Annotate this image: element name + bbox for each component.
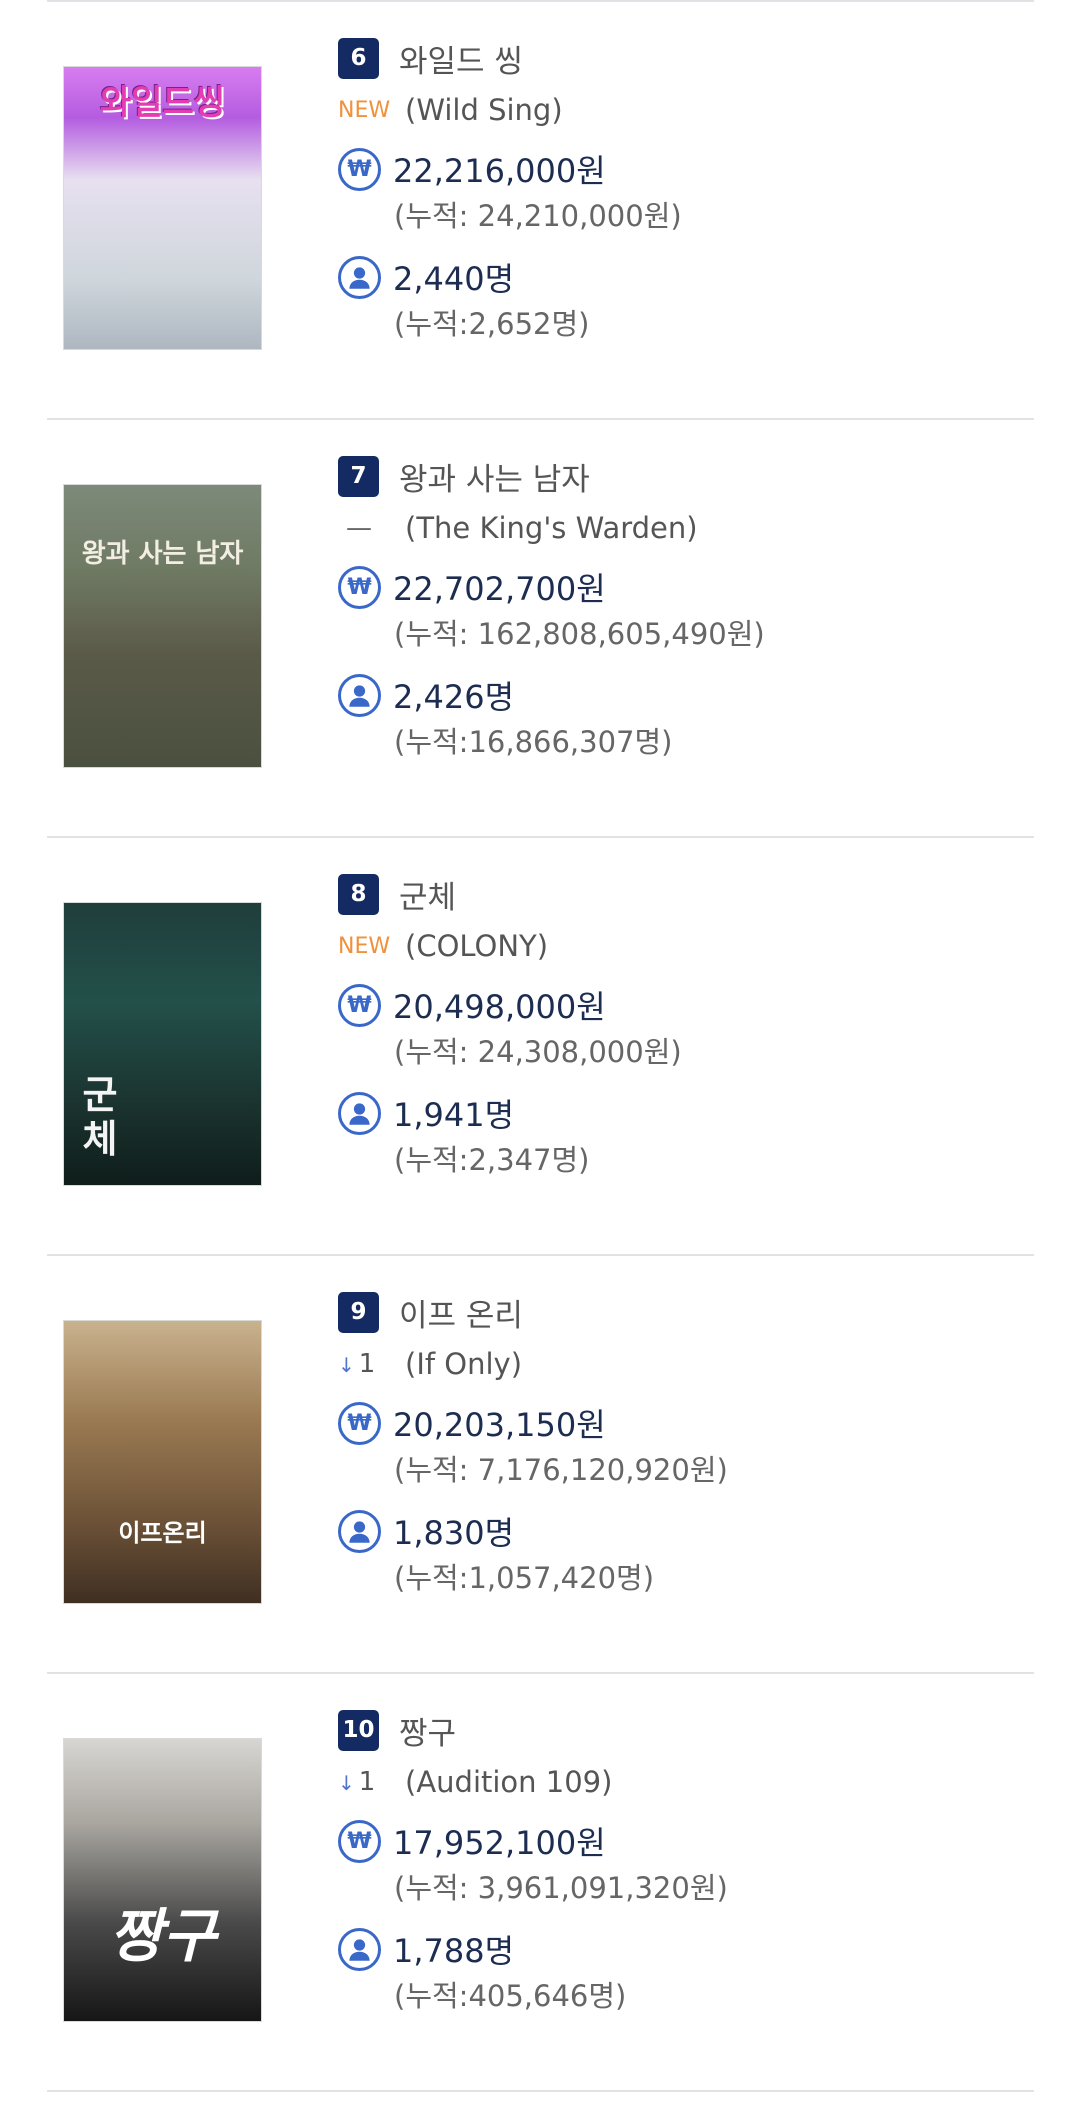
title-row: 6 와일드 씽	[338, 36, 938, 80]
person-icon	[338, 255, 381, 299]
daily-audience: 2,440명	[393, 260, 515, 298]
person-icon	[338, 1927, 381, 1971]
arrow-down-icon: ↓	[338, 1771, 355, 1795]
movie-title-korean[interactable]: 군체	[399, 872, 456, 917]
subtitle-row: ↓ 1 (If Only)	[338, 1344, 938, 1384]
subtitle-row: ↓ 1 (Audition 109)	[338, 1762, 938, 1802]
revenue-row: ₩ 20,203,150원	[338, 1400, 938, 1446]
revenue-row: ₩ 22,216,000원	[338, 146, 938, 192]
cumulative-audience: (누적:2,652명)	[394, 307, 590, 341]
movie-title-english: (Audition 109)	[405, 1765, 613, 1799]
arrow-down-icon: ↓	[338, 1353, 355, 1377]
movie-info: 6 와일드 씽 NEW (Wild Sing) ₩ 22,216,000원 (누…	[338, 36, 938, 344]
box-office-list: 와일드씽 6 와일드 씽 NEW (Wild Sing) ₩ 22,216,00…	[47, 0, 1034, 2092]
won-coin-icon: ₩	[338, 983, 381, 1027]
rank-change-amount: 1	[358, 1349, 376, 1379]
title-row: 9 이프 온리	[338, 1290, 938, 1334]
revenue-row: ₩ 17,952,100원	[338, 1818, 938, 1864]
won-coin-icon: ₩	[338, 1401, 381, 1445]
cumulative-audience: (누적:405,646명)	[394, 1979, 627, 2013]
movie-title-english: (COLONY)	[405, 929, 549, 963]
daily-audience: 1,941명	[393, 1096, 515, 1134]
daily-revenue: 17,952,100원	[393, 1824, 606, 1862]
movie-poster[interactable]: 군체	[63, 902, 262, 1186]
daily-audience: 1,788명	[393, 1932, 515, 1970]
rank-change-amount: 1	[358, 1767, 376, 1797]
cumulative-audience: (누적:1,057,420명)	[394, 1561, 655, 1595]
movie-title-korean[interactable]: 짱구	[399, 1708, 456, 1753]
cumulative-revenue: (누적: 3,961,091,320원)	[394, 1871, 728, 1905]
cumulative-audience: (누적:16,866,307명)	[394, 725, 673, 759]
rank-change-new: NEW	[338, 97, 391, 123]
movie-entry[interactable]: 군체 8 군체 NEW (COLONY) ₩ 20,498,000원 (누적: …	[47, 838, 1034, 1256]
audience-row: 1,788명	[338, 1926, 938, 1972]
rank-badge: 9	[338, 1291, 379, 1333]
movie-title-english: (The King's Warden)	[405, 511, 698, 545]
won-coin-icon: ₩	[338, 565, 381, 609]
rank-badge: 8	[338, 873, 379, 915]
rank-badge: 6	[338, 37, 379, 79]
poster-title-art: 군체	[82, 1073, 118, 1161]
person-icon	[338, 1091, 381, 1135]
audience-row: 1,830명	[338, 1508, 938, 1554]
movie-poster[interactable]: 이프온리	[63, 1320, 262, 1604]
rank-badge: 7	[338, 455, 379, 497]
rank-badge: 10	[338, 1709, 379, 1751]
daily-audience: 2,426명	[393, 678, 515, 716]
cumulative-revenue: (누적: 162,808,605,490원)	[394, 617, 765, 651]
rank-change-down: ↓ 1	[338, 1767, 405, 1797]
daily-revenue: 22,702,700원	[393, 570, 606, 608]
rank-change-new: NEW	[338, 933, 391, 959]
cumulative-revenue: (누적: 24,308,000원)	[394, 1035, 682, 1069]
audience-row: 2,440명	[338, 254, 938, 300]
poster-title-art: 이프온리	[118, 1519, 207, 1547]
movie-title-english: (Wild Sing)	[405, 93, 563, 127]
rank-change-down: ↓ 1	[338, 1349, 405, 1379]
subtitle-row: NEW (COLONY)	[338, 926, 938, 966]
cumulative-revenue: (누적: 7,176,120,920원)	[394, 1453, 728, 1487]
won-coin-icon: ₩	[338, 147, 381, 191]
subtitle-row: NEW (Wild Sing)	[338, 90, 938, 130]
movie-title-korean[interactable]: 와일드 씽	[399, 36, 523, 81]
person-icon	[338, 673, 381, 717]
cumulative-revenue: (누적: 24,210,000원)	[394, 199, 682, 233]
movie-entry[interactable]: 와일드씽 6 와일드 씽 NEW (Wild Sing) ₩ 22,216,00…	[47, 2, 1034, 420]
movie-title-korean[interactable]: 왕과 사는 남자	[399, 454, 590, 499]
movie-info: 8 군체 NEW (COLONY) ₩ 20,498,000원 (누적: 24,…	[338, 872, 938, 1180]
won-coin-icon: ₩	[338, 1819, 381, 1863]
movie-entry[interactable]: 이프온리 9 이프 온리 ↓ 1 (If Only) ₩ 20,203,150원 …	[47, 1256, 1034, 1674]
poster-title-art: 왕과 사는 남자	[81, 539, 244, 569]
movie-title-korean[interactable]: 이프 온리	[399, 1290, 523, 1335]
title-row: 8 군체	[338, 872, 938, 916]
person-icon	[338, 1509, 381, 1553]
audience-row: 1,941명	[338, 1090, 938, 1136]
movie-entry[interactable]: 왕과 사는 남자 7 왕과 사는 남자 — (The King's Warden…	[47, 420, 1034, 838]
movie-entry[interactable]: 짱구 10 짱구 ↓ 1 (Audition 109) ₩ 17,952,100원…	[47, 1674, 1034, 2092]
movie-poster[interactable]: 짱구	[63, 1738, 262, 2022]
movie-title-english: (If Only)	[405, 1347, 523, 1381]
movie-info: 9 이프 온리 ↓ 1 (If Only) ₩ 20,203,150원 (누적: …	[338, 1290, 938, 1598]
poster-title-art: 와일드씽	[99, 83, 226, 123]
title-row: 10 짱구	[338, 1708, 938, 1752]
subtitle-row: — (The King's Warden)	[338, 508, 938, 548]
daily-audience: 1,830명	[393, 1514, 515, 1552]
movie-poster[interactable]: 와일드씽	[63, 66, 262, 350]
cumulative-audience: (누적:2,347명)	[394, 1143, 590, 1177]
daily-revenue: 20,498,000원	[393, 988, 606, 1026]
title-row: 7 왕과 사는 남자	[338, 454, 938, 498]
poster-title-art: 짱구	[109, 1902, 216, 1970]
movie-info: 10 짱구 ↓ 1 (Audition 109) ₩ 17,952,100원 (누…	[338, 1708, 938, 2016]
revenue-row: ₩ 20,498,000원	[338, 982, 938, 1028]
audience-row: 2,426명	[338, 672, 938, 718]
daily-revenue: 22,216,000원	[393, 152, 606, 190]
movie-poster[interactable]: 왕과 사는 남자	[63, 484, 262, 768]
rank-change-same: —	[346, 513, 372, 543]
daily-revenue: 20,203,150원	[393, 1406, 606, 1444]
movie-info: 7 왕과 사는 남자 — (The King's Warden) ₩ 22,70…	[338, 454, 938, 762]
revenue-row: ₩ 22,702,700원	[338, 564, 938, 610]
